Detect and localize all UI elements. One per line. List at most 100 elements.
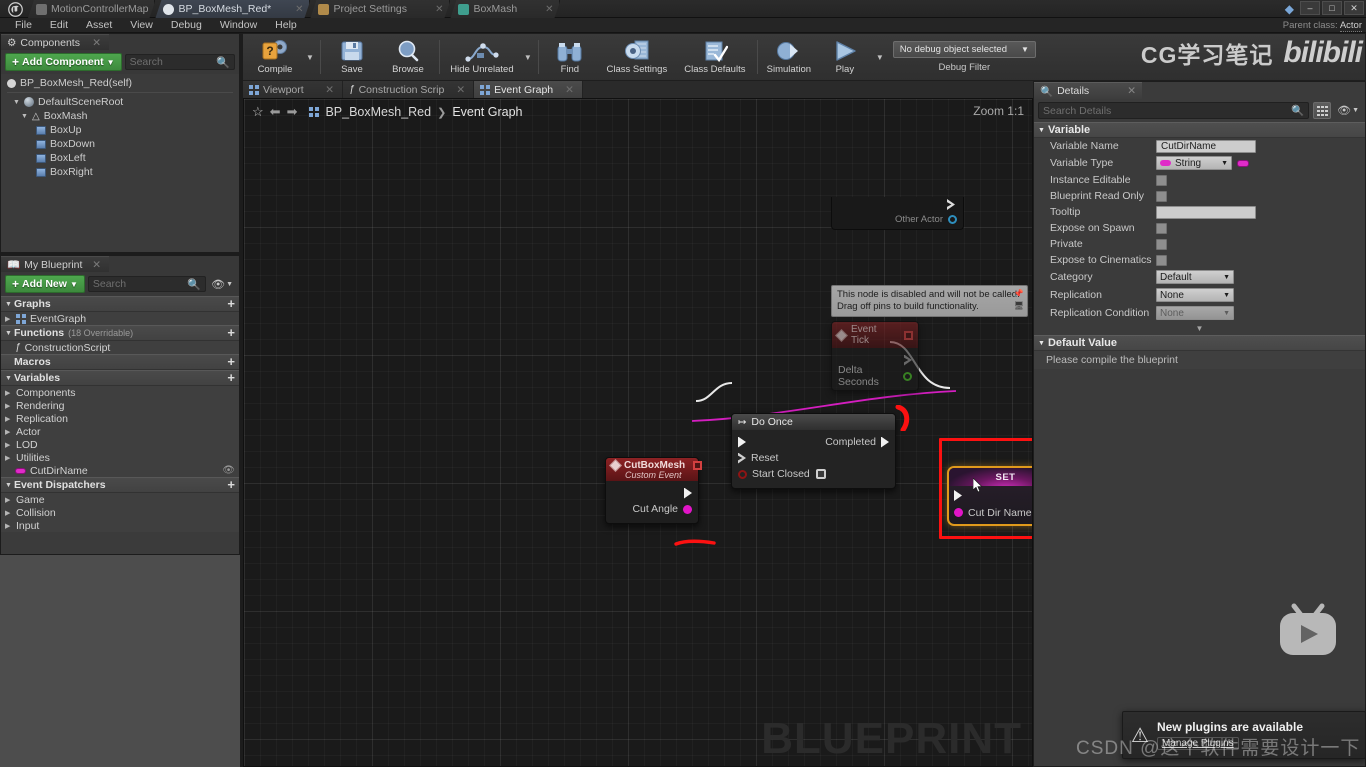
pin-row-start-closed[interactable]: Start Closed — [732, 466, 895, 482]
menu-file[interactable]: File — [6, 18, 41, 33]
parent-class-value[interactable]: Actor — [1339, 20, 1362, 32]
pin-row-reset[interactable]: Reset — [732, 450, 895, 466]
boolean-pin-icon[interactable] — [738, 469, 747, 479]
chevron-down-icon[interactable]: ▼ — [5, 482, 12, 489]
chevron-right-icon[interactable]: ▶ — [5, 415, 12, 423]
close-button[interactable]: ✕ — [1344, 1, 1364, 15]
pin-row-exec[interactable] — [949, 487, 1032, 504]
tooltip-input[interactable] — [1156, 205, 1256, 219]
details-section-default-value[interactable]: ▼ Default Value — [1034, 335, 1365, 351]
my-blueprint-tab[interactable]: 📖 My Blueprint ✕ — [1, 256, 109, 272]
add-macro-button[interactable]: + — [227, 355, 235, 368]
window-tab-close-icon[interactable]: ✕ — [425, 4, 443, 15]
close-icon[interactable]: ✕ — [92, 259, 101, 271]
chevron-right-icon[interactable]: ▶ — [5, 509, 12, 517]
visibility-options-button[interactable]: 👁 ▼ — [209, 278, 235, 291]
details-section-variable[interactable]: ▼ Variable — [1034, 122, 1365, 138]
instance-editable-checkbox[interactable] — [1156, 174, 1167, 186]
variable-category-replication[interactable]: ▶ Replication — [1, 412, 239, 425]
string-pin-icon[interactable] — [683, 504, 692, 514]
graph-item-eventgraph[interactable]: ▶ EventGraph — [1, 312, 239, 325]
menu-view[interactable]: View — [121, 18, 162, 33]
dispatcher-category-game[interactable]: ▶ Game — [1, 493, 239, 506]
toolbar-browse-button[interactable]: Browse — [380, 36, 436, 78]
component-root-row[interactable]: BP_BoxMesh_Red(self) — [1, 76, 239, 90]
toolbar-play-button[interactable]: Play — [817, 36, 873, 78]
chevron-right-icon[interactable]: ▶ — [5, 315, 12, 323]
chevron-down-icon[interactable]: ▼ — [5, 375, 12, 382]
components-tab[interactable]: ⚙ Components ✕ — [1, 34, 109, 50]
exec-input-pin-icon[interactable] — [738, 452, 746, 464]
dispatcher-category-input[interactable]: ▶ Input — [1, 519, 239, 532]
close-icon[interactable]: ✕ — [92, 37, 101, 49]
window-tab-close-icon[interactable]: ✕ — [285, 4, 303, 15]
window-tab-close-icon[interactable]: ✕ — [535, 4, 553, 15]
menu-edit[interactable]: Edit — [41, 18, 77, 33]
play-options-caret-icon[interactable]: ▼ — [873, 36, 887, 78]
add-function-button[interactable]: + — [227, 326, 235, 339]
exec-output-pin-icon[interactable] — [881, 436, 889, 448]
breadcrumb-leaf[interactable]: Event Graph — [452, 105, 522, 119]
other-actor-pin[interactable]: Other Actor — [895, 214, 957, 225]
pin-row-exec-out[interactable] — [606, 485, 698, 501]
component-row-boxdown[interactable]: BoxDown — [1, 137, 239, 151]
add-new-button[interactable]: + Add New ▼ — [5, 275, 85, 293]
add-dispatcher-button[interactable]: + — [227, 478, 235, 491]
add-graph-button[interactable]: + — [227, 297, 235, 310]
chevron-right-icon[interactable]: ▶ — [5, 454, 12, 462]
breadcrumb-root[interactable]: BP_BoxMesh_Red — [325, 105, 431, 119]
close-icon[interactable]: ✕ — [317, 84, 334, 96]
close-icon[interactable]: ✕ — [1127, 85, 1136, 97]
section-graphs[interactable]: ▼ Graphs + — [1, 296, 239, 312]
toolbar-find-button[interactable]: Find — [542, 36, 598, 78]
window-tab-3[interactable]: BoxMash ✕ — [450, 0, 560, 18]
expose-to-cinematics-checkbox[interactable] — [1156, 254, 1167, 266]
add-component-button[interactable]: + Add Component ▼ — [5, 53, 122, 71]
function-item-constructionscript[interactable]: ƒ ConstructionScript — [1, 341, 239, 354]
toolbar-class-defaults-button[interactable]: Class Defaults — [676, 36, 754, 78]
minimize-button[interactable]: – — [1300, 1, 1320, 15]
close-icon[interactable]: ✕ — [448, 84, 465, 96]
section-functions[interactable]: ▼ Functions (18 Overridable) + — [1, 325, 239, 341]
variable-category-rendering[interactable]: ▶ Rendering — [1, 399, 239, 412]
chevron-down-icon[interactable]: ▼ — [5, 301, 12, 308]
variable-category-actor[interactable]: ▶ Actor — [1, 425, 239, 438]
graph-tabstrip[interactable]: Viewport ✕ ƒ Construction Scrip ✕ Event … — [243, 81, 1033, 98]
debug-object-select[interactable]: No debug object selected ▼ — [892, 41, 1036, 58]
tab-viewport[interactable]: Viewport ✕ — [243, 81, 343, 98]
maximize-button[interactable]: □ — [1322, 1, 1342, 15]
pin-row-delta-seconds[interactable]: Delta Seconds — [832, 364, 918, 388]
window-tab-2[interactable]: Project Settings ✕ — [310, 0, 450, 18]
components-search-input[interactable]: Search 🔍 — [124, 54, 235, 70]
expose-on-spawn-checkbox[interactable] — [1156, 222, 1167, 234]
chevron-down-icon[interactable]: ▼ — [1038, 340, 1045, 347]
chevron-down-icon[interactable]: ▼ — [5, 330, 12, 337]
variable-item-cutdirname[interactable]: CutDirName 👁 — [1, 464, 239, 477]
event-graph-canvas[interactable]: ☆ ⬅ ➡ BP_BoxMesh_Red ❯ Event Graph Zoom … — [243, 98, 1033, 767]
exec-output-pin-icon[interactable] — [947, 199, 955, 210]
add-variable-button[interactable]: + — [227, 371, 235, 384]
tab-event-graph[interactable]: Event Graph ✕ — [474, 81, 583, 98]
section-macros[interactable]: ▼ Macros + — [1, 354, 239, 370]
variable-category-lod[interactable]: ▶ LOD — [1, 438, 239, 451]
variable-category-utilities[interactable]: ▶ Utilities — [1, 451, 239, 464]
pin-row-exec[interactable]: Completed — [732, 434, 895, 450]
manage-plugins-button[interactable]: Manage Plugins — [1156, 737, 1239, 750]
variable-type-select[interactable]: String ▼ — [1156, 156, 1232, 170]
variable-category-components[interactable]: ▶ Components — [1, 386, 239, 399]
chevron-right-icon[interactable]: ▶ — [5, 402, 12, 410]
category-select[interactable]: Default ▼ — [1156, 270, 1234, 284]
eye-icon[interactable]: 👁 — [222, 465, 235, 476]
exec-input-pin-icon[interactable] — [954, 490, 962, 501]
arrow-left-icon[interactable]: ⬅ — [270, 104, 281, 120]
replication-select[interactable]: None ▼ — [1156, 288, 1234, 302]
chevron-down-icon[interactable]: ▼ — [1038, 127, 1045, 134]
compile-options-caret-icon[interactable]: ▼ — [303, 36, 317, 78]
window-tabstrip[interactable]: MotionControllerMap BP_BoxMesh_Red* ✕ Pr… — [28, 0, 560, 18]
close-icon[interactable]: ✕ — [557, 84, 574, 96]
my-blueprint-search-input[interactable]: Search 🔍 — [87, 276, 207, 292]
graph-node-partial-top[interactable]: Other Actor — [831, 197, 964, 230]
component-row-defaultsceneroot[interactable]: ▼ DefaultSceneRoot — [1, 95, 239, 109]
components-tree[interactable]: BP_BoxMesh_Red(self) ▼ DefaultSceneRoot … — [1, 74, 239, 181]
menu-debug[interactable]: Debug — [162, 18, 211, 33]
